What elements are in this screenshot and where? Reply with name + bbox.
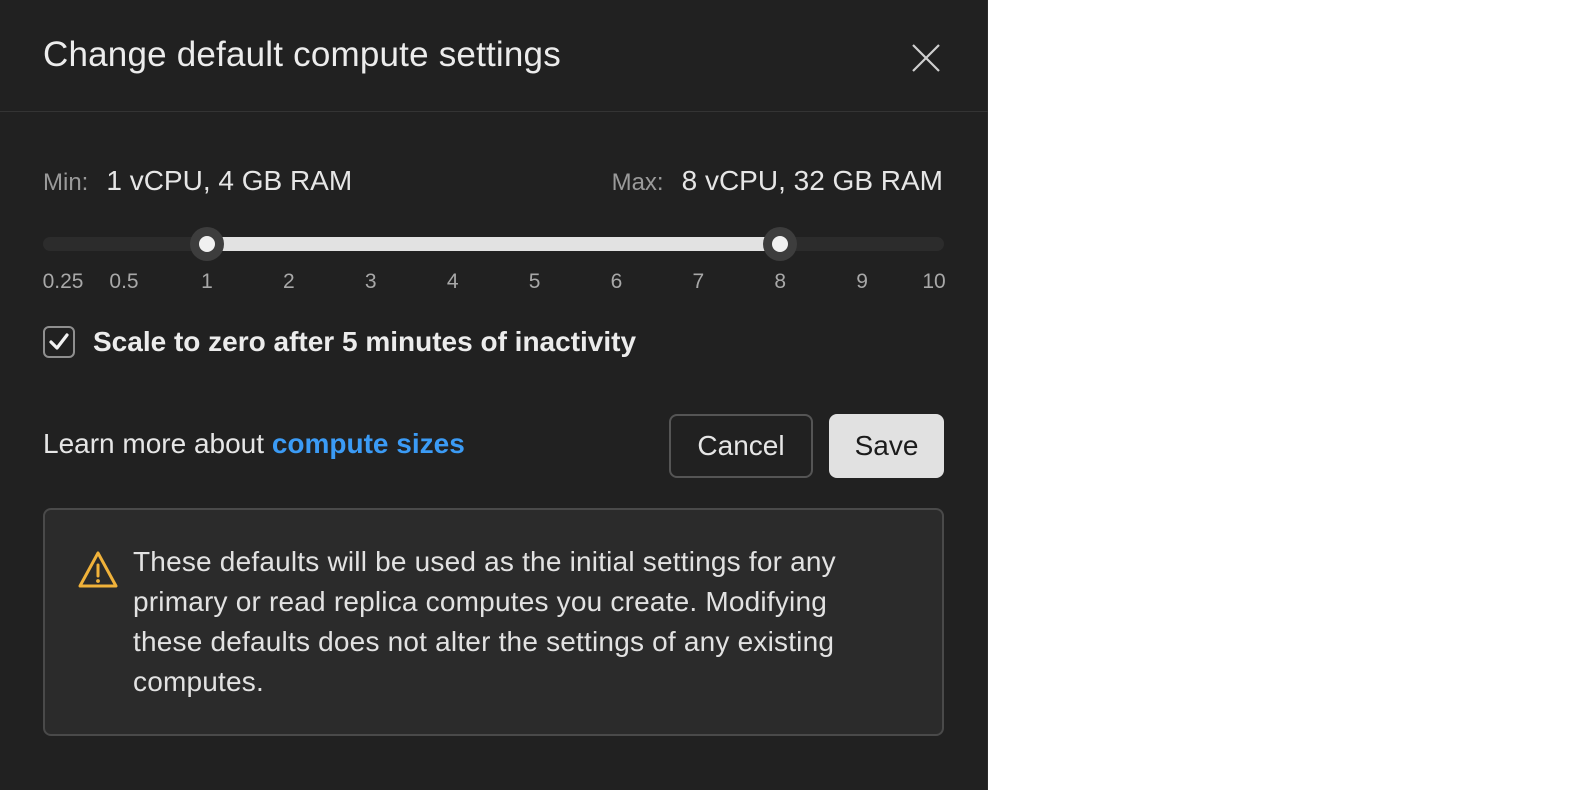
checkmark-icon xyxy=(49,333,69,350)
scale-to-zero-option[interactable]: Scale to zero after 5 minutes of inactiv… xyxy=(43,326,636,358)
slider-selected-range xyxy=(207,237,781,251)
compute-range-slider[interactable] xyxy=(43,227,944,261)
cancel-button[interactable]: Cancel xyxy=(669,414,813,478)
slider-tick-label: 4 xyxy=(446,270,459,293)
defaults-notice: These defaults will be used as the initi… xyxy=(43,508,944,736)
min-value: 1 vCPU, 4 GB RAM xyxy=(106,165,353,196)
slider-tick-label: 0.25 xyxy=(42,270,84,293)
dialog-header: Change default compute settings xyxy=(0,0,988,112)
warning-icon xyxy=(78,551,118,588)
max-key: Max: xyxy=(611,169,664,196)
scale-to-zero-label: Scale to zero after 5 minutes of inactiv… xyxy=(93,326,637,357)
compute-settings-dialog: Change default compute settings Min: 1 vC… xyxy=(0,0,988,790)
slider-tick-label: 2 xyxy=(283,270,295,293)
slider-tick-label: 3 xyxy=(364,270,377,293)
slider-tick-label: 6 xyxy=(610,270,623,293)
scale-to-zero-checkbox[interactable] xyxy=(43,326,75,358)
min-key: Min: xyxy=(43,169,89,196)
slider-min-handle[interactable] xyxy=(190,227,224,261)
learn-more-prefix: Learn more about xyxy=(43,428,272,459)
slider-tick-label: 1 xyxy=(201,270,213,293)
notice-text: These defaults will be used as the initi… xyxy=(133,546,836,697)
slider-tick-label: 7 xyxy=(692,270,705,293)
max-compute-label: Max: 8 vCPU, 32 GB RAM xyxy=(612,165,943,197)
save-button[interactable]: Save xyxy=(829,414,944,478)
slider-max-handle[interactable] xyxy=(763,227,798,261)
slider-tick-label: 10 xyxy=(922,270,946,293)
dialog-title: Change default compute settings xyxy=(43,35,561,74)
learn-more-text: Learn more about compute sizes xyxy=(43,428,465,460)
max-value: 8 vCPU, 32 GB RAM xyxy=(681,165,943,196)
min-compute-label: Min: 1 vCPU, 4 GB RAM xyxy=(43,165,352,197)
slider-tick-label: 5 xyxy=(528,270,541,293)
slider-tick-label: 8 xyxy=(774,270,787,293)
slider-tick-label: 9 xyxy=(856,270,868,293)
compute-sizes-link[interactable]: compute sizes xyxy=(272,428,465,459)
close-icon xyxy=(912,44,940,72)
slider-tick-label: 0.5 xyxy=(109,270,139,293)
close-button[interactable] xyxy=(906,38,946,78)
